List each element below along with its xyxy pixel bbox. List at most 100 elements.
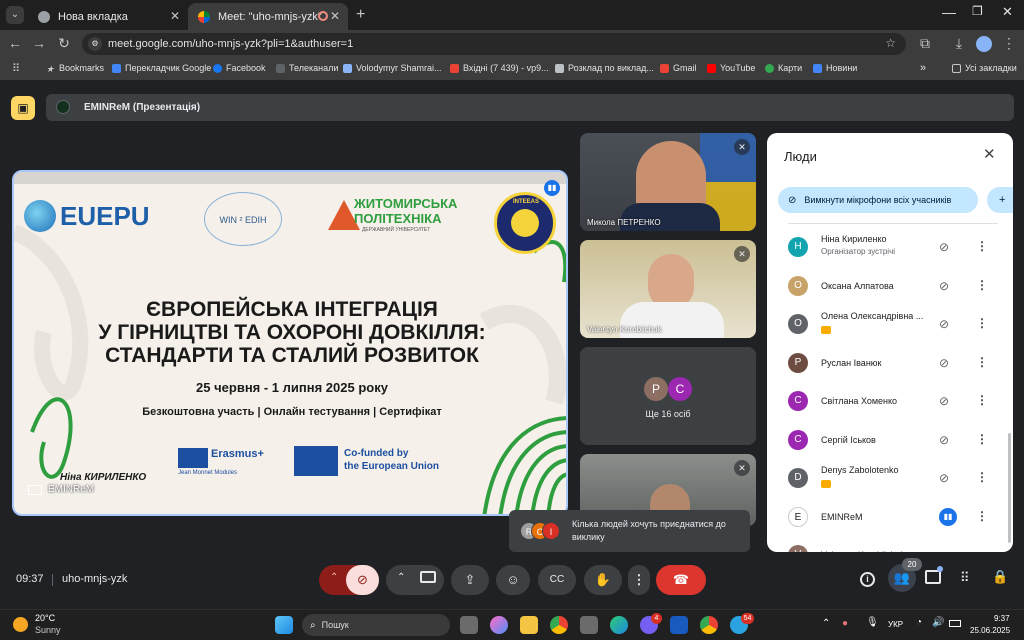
participant-tile[interactable]: ✕ Valentyn Korobiichuk	[580, 240, 756, 338]
more-participants-tile[interactable]: P C Ще 16 осіб	[580, 347, 756, 445]
close-icon[interactable]: ✕	[170, 9, 180, 23]
participant-row[interactable]: Н Ніна Кириленко Організатор зустрічі ⊘ ⋮	[767, 228, 1013, 266]
leave-call-button[interactable]: ☎	[656, 565, 706, 595]
forward-icon[interactable]: →	[30, 35, 48, 51]
search-box[interactable]: ⌕ Пошук	[302, 614, 450, 636]
profile-avatar[interactable]	[976, 36, 992, 52]
microphone-icon[interactable]: 🎙	[866, 617, 879, 628]
emoji-button[interactable]: ☺	[496, 565, 530, 595]
participant-row[interactable]: О Олена Олександрівна ... ⊘ ⋮	[767, 305, 1013, 343]
minimize-button[interactable]: —	[942, 4, 956, 20]
bookmark-item[interactable]: Вхідні (7 439) - vp9...	[450, 63, 549, 73]
clock-time[interactable]: 9:37	[994, 614, 1010, 623]
mute-all-button[interactable]: ⊘ Вимкнути мікрофони всіх учасників	[778, 187, 978, 213]
more-options-icon[interactable]: ⋮	[976, 316, 988, 330]
volume-icon[interactable]: 🔊	[932, 617, 944, 628]
back-icon[interactable]: ←	[6, 35, 24, 51]
scrollbar[interactable]	[1008, 433, 1011, 543]
task-view-icon[interactable]	[460, 616, 478, 634]
bookmark-item[interactable]: Розклад по виклад...	[555, 63, 654, 73]
camera-icon[interactable]	[420, 571, 436, 583]
windows-start-icon[interactable]	[275, 616, 293, 634]
reload-icon[interactable]: ↻	[55, 35, 73, 52]
participant-row[interactable]: О Оксана Алпатова ⊘ ⋮	[767, 267, 1013, 305]
vpn-icon[interactable]: ●	[842, 618, 848, 629]
mic-off-icon[interactable]: ⊘	[939, 356, 949, 370]
close-icon[interactable]: ✕	[983, 145, 996, 163]
more-options-icon[interactable]: ⋮	[976, 432, 988, 446]
word-icon[interactable]	[670, 616, 688, 634]
tab-new-tab[interactable]: Нова вкладка ✕	[28, 3, 188, 30]
join-request-toast[interactable]: R C I Кілька людей хочуть приєднатися до…	[509, 510, 750, 552]
bookmark-item[interactable]: Новини	[813, 63, 857, 73]
bookmark-item[interactable]: ★ Bookmarks	[46, 63, 104, 74]
language-indicator[interactable]: УКР	[888, 620, 903, 629]
mic-off-icon[interactable]: ⊘	[939, 471, 949, 485]
present-screen-button[interactable]: ⇪	[451, 565, 489, 595]
eu-flag-icon	[178, 448, 208, 468]
more-options-icon[interactable]: ⋮	[976, 509, 988, 523]
bookmark-item[interactable]: YouTube	[707, 63, 755, 73]
apps-icon[interactable]: ⠿	[12, 62, 20, 75]
menu-icon[interactable]: ⋮	[1000, 35, 1018, 52]
participant-row[interactable]: D Denys Zabolotenko ⊘ ⋮	[767, 459, 1013, 497]
more-options-icon[interactable]: ⋮	[976, 393, 988, 407]
raise-hand-button[interactable]: ✋	[584, 565, 622, 595]
chevron-up-icon[interactable]: ⌃	[822, 618, 830, 629]
participant-row[interactable]: V Valentyn Korobiichuk	[767, 536, 1013, 552]
chrome-icon[interactable]	[550, 616, 568, 634]
bookmark-item[interactable]: Volodymyr Shamrai...	[343, 63, 442, 73]
more-options-icon[interactable]: ⋮	[976, 278, 988, 292]
more-options-icon[interactable]: ⋮	[976, 355, 988, 369]
more-bookmarks-icon[interactable]: »	[920, 62, 926, 74]
bookmark-item[interactable]: Перекладчик Google	[112, 63, 211, 73]
more-options-button[interactable]: ⋮	[628, 565, 650, 595]
wifi-icon[interactable]: ◔	[916, 617, 922, 628]
close-icon[interactable]: ✕	[330, 9, 340, 23]
mic-off-icon[interactable]: ⊘	[939, 433, 949, 447]
restore-button[interactable]: ❐	[972, 4, 983, 18]
bookmark-item[interactable]: Gmail	[660, 63, 697, 73]
mic-off-icon[interactable]: ⊘	[939, 240, 949, 254]
new-tab-button[interactable]: +	[356, 6, 365, 24]
download-icon[interactable]: ⤓	[950, 35, 968, 52]
participant-row[interactable]: С Світлана Хоменко ⊘ ⋮	[767, 382, 1013, 420]
bookmark-item[interactable]: Facebook	[213, 63, 266, 73]
participant-row[interactable]: E EMINReM ▮▮ ⋮	[767, 498, 1013, 536]
mic-off-icon[interactable]: ⊘	[939, 394, 949, 408]
tab-search-button[interactable]: ⌄	[6, 6, 24, 24]
participant-tile[interactable]: ✕ Микола ПЕТРЕНКО	[580, 133, 756, 231]
edge-icon[interactable]	[610, 616, 628, 634]
more-options-icon[interactable]: ⋮	[976, 470, 988, 484]
bookmark-star-icon[interactable]: ☆	[885, 36, 896, 50]
close-window-button[interactable]: ✕	[1002, 4, 1013, 20]
mic-off-icon[interactable]: ⊘	[939, 317, 949, 331]
participant-row[interactable]: С Сергій Іськов ⊘ ⋮	[767, 421, 1013, 459]
all-bookmarks[interactable]: Усі закладки	[952, 63, 1017, 73]
store-icon[interactable]	[580, 616, 598, 634]
file-explorer-icon[interactable]	[520, 616, 538, 634]
microphone-toggle[interactable]: ⊘	[346, 565, 379, 595]
captions-button[interactable]: CC	[538, 565, 576, 595]
more-options-icon[interactable]: ⋮	[976, 239, 988, 253]
clock-date[interactable]: 25.06.2025	[970, 626, 1010, 635]
url-text: meet.google.com/uho-mnjs-yzk?pli=1&authu…	[108, 38, 354, 50]
extensions-icon[interactable]: ⧉	[916, 35, 934, 52]
participant-row[interactable]: Р Руслан Іванюк ⊘ ⋮	[767, 344, 1013, 382]
chat-icon[interactable]	[925, 570, 941, 584]
mic-off-icon[interactable]: ⊘	[939, 279, 949, 293]
viber-badge: 4	[651, 613, 662, 624]
site-info-icon[interactable]: ⚙	[88, 37, 102, 51]
stop-presenting-button[interactable]: ▣	[11, 96, 35, 120]
address-bar[interactable]: ⚙ meet.google.com/uho-mnjs-yzk?pli=1&aut…	[82, 33, 906, 55]
activities-icon[interactable]: ⠿	[960, 570, 970, 586]
copilot-icon[interactable]	[490, 616, 508, 634]
bookmark-item[interactable]: Карти	[765, 63, 802, 73]
tab-meet[interactable]: Meet: "uho-mnjs-yzk" ✕	[188, 3, 348, 30]
bookmark-item[interactable]: Телеканали	[276, 63, 338, 73]
info-icon[interactable]: i	[860, 572, 875, 587]
battery-icon[interactable]	[949, 620, 961, 627]
chrome-profile-icon[interactable]	[700, 616, 718, 634]
add-people-button[interactable]: +	[987, 187, 1013, 213]
host-controls-icon[interactable]: 🔒	[992, 569, 1008, 585]
